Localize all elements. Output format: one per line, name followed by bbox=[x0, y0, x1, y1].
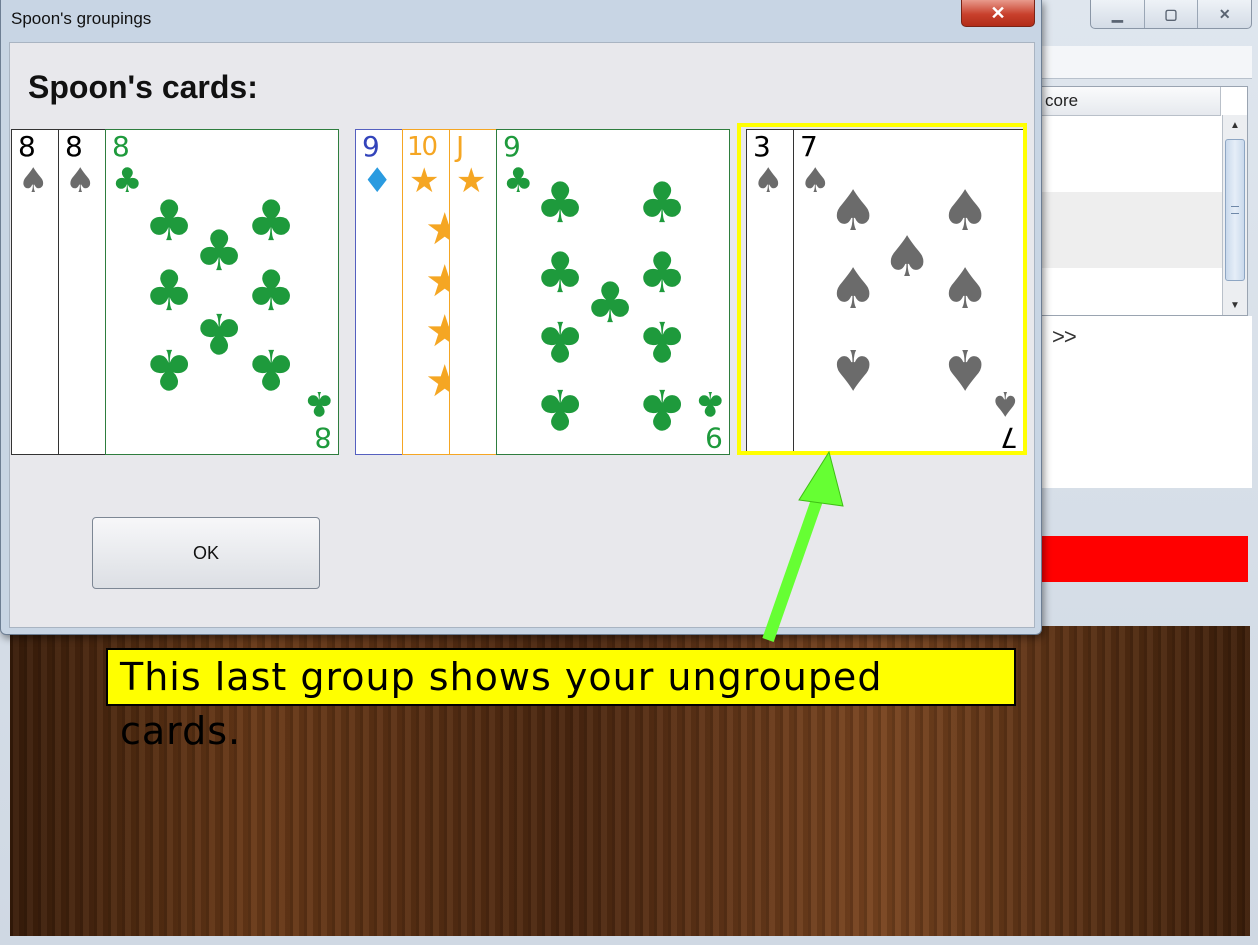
next-button[interactable]: >> bbox=[1052, 324, 1077, 350]
club-icon: ♣ bbox=[535, 171, 586, 236]
spade-icon: ♠ bbox=[828, 257, 879, 322]
club-icon: ♣ bbox=[535, 241, 586, 306]
spade-icon: ♠ bbox=[989, 383, 1020, 423]
spade-icon: ♠ bbox=[828, 179, 879, 244]
table-row[interactable] bbox=[1041, 116, 1247, 154]
background-tab-strip bbox=[1040, 46, 1252, 79]
star-icon: ★ bbox=[425, 260, 449, 304]
club-icon: ♣ bbox=[303, 383, 334, 423]
club-icon: ♣ bbox=[194, 219, 245, 284]
scroll-up-icon[interactable]: ▲ bbox=[1223, 115, 1247, 135]
spade-icon: ♠ bbox=[882, 225, 933, 290]
spade-icon: ♠ bbox=[940, 336, 991, 401]
minimize-button[interactable]: ▁ bbox=[1091, 0, 1144, 28]
score-table[interactable]: core ▲ ▼ bbox=[1040, 86, 1248, 316]
card-rank: 8 bbox=[112, 130, 130, 163]
star-icon: ★ bbox=[425, 208, 449, 252]
card-rank: 10 bbox=[407, 132, 438, 162]
card-rank: 8 bbox=[65, 130, 83, 163]
card-groups: 8 ♠ 8 ♠ ♠ ♠ ♠ 8 ♣ ♣ ♣ ♣ ♣ ♣ bbox=[10, 123, 1030, 461]
scroll-thumb[interactable] bbox=[1225, 139, 1245, 281]
dialog-title: Spoon's groupings bbox=[11, 9, 152, 28]
card-rank: 7 bbox=[1000, 421, 1018, 454]
club-icon: ♣ bbox=[144, 189, 195, 254]
table-row[interactable] bbox=[1041, 192, 1247, 230]
spade-icon: ♠ bbox=[800, 161, 831, 201]
card-10-star: 10 ★ ★ ★ ★ ★ bbox=[402, 129, 450, 455]
ok-button[interactable]: OK bbox=[92, 517, 320, 589]
maximize-button[interactable]: ▢ bbox=[1143, 0, 1198, 28]
spade-icon: ♠ bbox=[940, 257, 991, 322]
club-icon: ♣ bbox=[246, 336, 297, 401]
card-3-spade: 3 ♠ bbox=[746, 129, 794, 455]
spade-icon: ♠ bbox=[18, 161, 49, 201]
card-9-club: 9 ♣ ♣ ♣ ♣ ♣ ♣ ♣ ♣ ♣ ♣ ♣ 9 bbox=[496, 129, 730, 455]
club-icon: ♣ bbox=[144, 336, 195, 401]
spade-icon: ♠ bbox=[828, 336, 879, 401]
club-icon: ♣ bbox=[194, 300, 245, 365]
card-8-spade: 8 ♠ bbox=[11, 129, 59, 455]
background-caption-buttons: ▁ ▢ ✕ bbox=[1090, 0, 1252, 29]
club-icon: ♣ bbox=[637, 241, 688, 306]
table-scrollbar[interactable]: ▲ ▼ bbox=[1222, 115, 1247, 315]
table-row[interactable] bbox=[1041, 230, 1247, 268]
window-close-button[interactable]: ✕ bbox=[1197, 0, 1251, 28]
card-j-star: J ★ bbox=[449, 129, 497, 455]
card-7-spade: 7 ♠ ♠ ♠ ♠ ♠ ♠ ♠ ♠ ♠ 7 bbox=[793, 129, 1025, 455]
spade-icon: ♠ bbox=[753, 161, 784, 201]
club-icon: ♣ bbox=[246, 189, 297, 254]
spade-icon: ♠ bbox=[65, 161, 96, 201]
card-rank: J bbox=[456, 130, 465, 163]
card-rank: 8 bbox=[18, 130, 36, 163]
club-icon: ♣ bbox=[503, 161, 534, 201]
club-icon: ♣ bbox=[694, 383, 725, 423]
card-8-club: 8 ♣ ♣ ♣ ♣ ♣ ♣ ♣ ♣ ♣ ♣ 8 bbox=[105, 129, 339, 455]
card-rank: 9 bbox=[705, 421, 723, 454]
scroll-down-icon[interactable]: ▼ bbox=[1223, 295, 1247, 315]
score-column-header[interactable]: core bbox=[1041, 87, 1221, 116]
card-rank: 9 bbox=[503, 130, 521, 163]
club-icon: ♣ bbox=[535, 376, 586, 441]
dialog-close-button[interactable]: ✕ bbox=[961, 0, 1035, 27]
dialog-body: Spoon's cards: 8 ♠ 8 ♠ ♠ ♠ ♠ 8 ♣ ♣ bbox=[9, 42, 1035, 628]
card-rank: 7 bbox=[800, 130, 818, 163]
club-icon: ♣ bbox=[637, 308, 688, 373]
cards-heading: Spoon's cards: bbox=[28, 69, 258, 105]
club-icon: ♣ bbox=[535, 308, 586, 373]
club-icon: ♣ bbox=[246, 259, 297, 324]
card-9-diamond: 9 ♦ bbox=[355, 129, 403, 455]
club-icon: ♣ bbox=[585, 271, 636, 336]
annotation-callout: This last group shows your ungrouped car… bbox=[106, 648, 1016, 753]
star-icon: ★ bbox=[456, 161, 487, 201]
star-icon: ★ bbox=[425, 310, 449, 354]
club-icon: ♣ bbox=[112, 161, 143, 201]
card-rank: 8 bbox=[314, 421, 332, 454]
card-rank: 9 bbox=[362, 130, 380, 163]
status-bar-red bbox=[1040, 536, 1248, 582]
card-rank: 3 bbox=[753, 130, 771, 163]
club-icon: ♣ bbox=[637, 171, 688, 236]
spade-icon: ♠ bbox=[940, 179, 991, 244]
groupings-dialog: Spoon's groupings ✕ Spoon's cards: 8 ♠ 8… bbox=[0, 0, 1042, 635]
star-icon: ★ bbox=[425, 360, 449, 404]
club-icon: ♣ bbox=[144, 259, 195, 324]
diamond-icon: ♦ bbox=[362, 161, 393, 201]
card-8-spade: 8 ♠ ♠ ♠ ♠ bbox=[58, 129, 106, 455]
star-icon: ★ bbox=[409, 161, 440, 201]
club-icon: ♣ bbox=[637, 376, 688, 441]
table-row[interactable] bbox=[1041, 154, 1247, 192]
